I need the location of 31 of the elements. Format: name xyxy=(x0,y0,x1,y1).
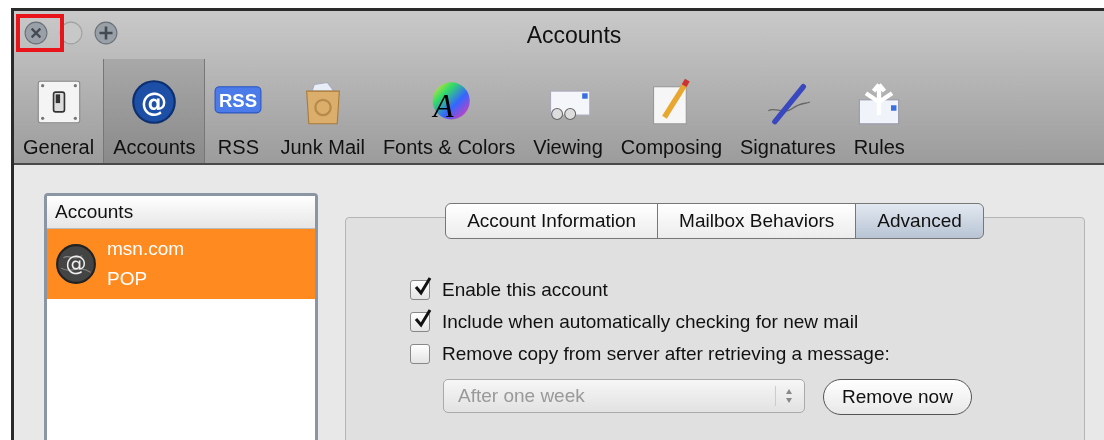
toolbar-button[interactable]: A Fonts & Colors xyxy=(373,59,525,163)
checkbox[interactable] xyxy=(410,312,430,332)
checkbox[interactable] xyxy=(410,344,430,364)
account-name: msn.com xyxy=(107,237,185,261)
checkbox-label: Enable this account xyxy=(442,279,608,301)
toolbar-button[interactable]: General xyxy=(14,59,104,163)
zoom-icon[interactable] xyxy=(94,21,118,45)
list-header: Accounts xyxy=(47,196,315,229)
account-type: POP xyxy=(107,267,149,291)
at-sign-icon: @ xyxy=(130,78,179,126)
annotation-frame xyxy=(16,14,64,52)
stepper-arrows-icon xyxy=(775,386,794,406)
toolbar-button[interactable]: RSS RSS xyxy=(205,59,272,163)
toolbar-button[interactable]: Rules xyxy=(844,59,914,163)
tab[interactable]: Account Information xyxy=(445,203,659,239)
minimize-icon[interactable] xyxy=(59,21,83,45)
toolbar-button[interactable]: @ Accounts xyxy=(103,59,206,163)
account-row[interactable]: @ msn.com POP xyxy=(47,229,315,299)
toolbar-button[interactable]: Viewing xyxy=(524,59,612,163)
at-sign-globe-icon: @ xyxy=(55,243,97,285)
tab[interactable]: Mailbox Behaviors xyxy=(657,203,857,239)
tab[interactable]: Advanced xyxy=(855,203,984,239)
toolbar-button[interactable]: Junk Mail xyxy=(271,59,374,163)
window-title: Accounts xyxy=(526,21,622,49)
checkbox-label: Remove copy from server after retrieving a message: xyxy=(442,343,890,365)
toolbar-button[interactable]: Composing xyxy=(611,59,732,163)
toolbar-button[interactable]: Signatures xyxy=(731,59,845,163)
checkbox-label: Include when automatically checking for new mail xyxy=(442,311,859,333)
checkbox[interactable] xyxy=(410,280,430,300)
close-icon[interactable] xyxy=(24,21,48,45)
remove-now-button[interactable]: Remove now xyxy=(823,379,972,415)
